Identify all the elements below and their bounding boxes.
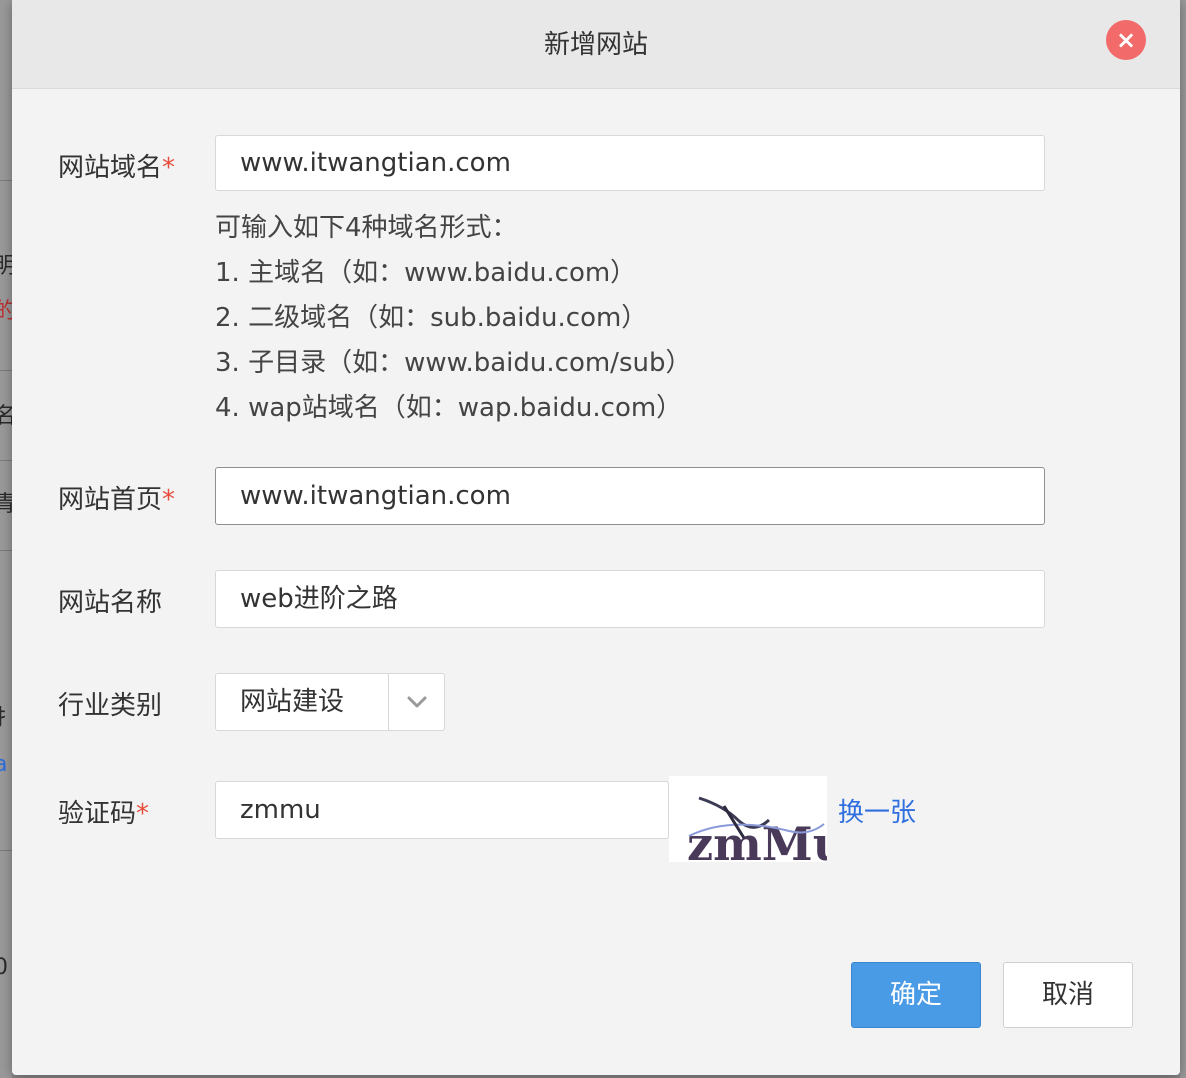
background-text-fragment: 名 bbox=[0, 404, 12, 429]
site-name-input[interactable]: web进阶之路 bbox=[215, 570, 1045, 628]
required-mark: * bbox=[162, 485, 176, 515]
homepage-label: 网站首页* bbox=[58, 479, 175, 516]
homepage-label-text: 网站首页 bbox=[58, 485, 163, 515]
background-right-strip bbox=[1180, 0, 1186, 1078]
close-icon: × bbox=[1115, 26, 1137, 54]
cancel-button[interactable]: 取消 bbox=[1003, 962, 1133, 1028]
hint-item: 1. 主域名（如：www.baidu.com） bbox=[215, 258, 637, 288]
background-text-fragment: a bbox=[0, 752, 8, 777]
hint-item: 2. 二级域名（如：sub.baidu.com） bbox=[215, 303, 648, 333]
background-text-fragment: 青 bbox=[0, 492, 12, 517]
category-label: 行业类别 bbox=[58, 685, 162, 722]
domain-label-text: 网站域名 bbox=[58, 153, 163, 183]
dialog-header: 新增网站 × bbox=[12, 0, 1180, 89]
hint-item: 3. 子目录（如：www.baidu.com/sub） bbox=[215, 348, 692, 378]
dialog-title: 新增网站 bbox=[543, 30, 648, 60]
chevron-down-icon[interactable] bbox=[389, 674, 445, 730]
captcha-char: zmMu bbox=[687, 817, 827, 862]
category-select[interactable]: 网站建设 bbox=[215, 673, 445, 731]
background-text-fragment: 明 bbox=[0, 254, 12, 279]
captcha-graphic: zmMu bbox=[687, 796, 846, 871]
background-text-fragment: 扌 bbox=[0, 706, 12, 731]
category-selected-value: 网站建设 bbox=[240, 687, 345, 717]
add-website-dialog: 新增网站 × 网站域名* www.itwangtian.com 可输入如下4种域… bbox=[12, 0, 1180, 1075]
site-name-label-text: 网站名称 bbox=[58, 588, 163, 618]
captcha-label-text: 验证码 bbox=[58, 799, 137, 829]
captcha-image[interactable]: zmMu bbox=[669, 776, 846, 871]
captcha-input[interactable]: zmmu bbox=[215, 781, 669, 839]
site-name-label: 网站名称 bbox=[58, 582, 162, 619]
close-button[interactable]: × bbox=[1106, 20, 1146, 60]
site-name-input-value: web进阶之路 bbox=[240, 584, 398, 614]
refresh-captcha-link[interactable]: 换一张 bbox=[838, 792, 916, 829]
homepage-input-value: www.itwangtian.com bbox=[240, 481, 511, 511]
background-text-fragment: 0 bbox=[0, 955, 8, 980]
domain-format-hint: 可输入如下4种域名形式： 1. 主域名（如：www.baidu.com） 2. … bbox=[215, 206, 691, 431]
confirm-button[interactable]: 确定 bbox=[851, 962, 981, 1028]
domain-input-value: www.itwangtian.com bbox=[240, 148, 511, 178]
captcha-input-value: zmmu bbox=[240, 795, 321, 825]
domain-input[interactable]: www.itwangtian.com bbox=[215, 135, 1045, 191]
category-label-text: 行业类别 bbox=[58, 691, 163, 721]
hint-intro: 可输入如下4种域名形式： bbox=[215, 213, 518, 243]
hint-item: 4. wap站域名（如：wap.baidu.com） bbox=[215, 393, 683, 423]
homepage-input[interactable]: www.itwangtian.com bbox=[215, 467, 1045, 525]
captcha-label: 验证码* bbox=[58, 793, 149, 830]
background-page-strip: 明 的 名 青 扌 a 0 bbox=[0, 0, 12, 1078]
domain-label: 网站域名* bbox=[58, 147, 175, 184]
required-mark: * bbox=[162, 153, 176, 183]
required-mark: * bbox=[136, 799, 150, 829]
background-text-fragment: 的 bbox=[0, 299, 12, 324]
